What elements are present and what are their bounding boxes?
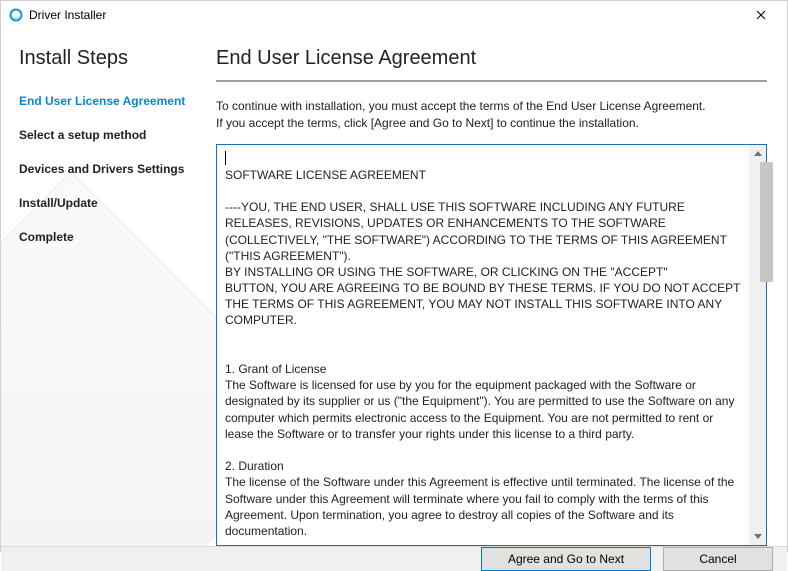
step-eula: End User License Agreement — [19, 94, 216, 108]
step-setup-method: Select a setup method — [19, 128, 216, 142]
cancel-button[interactable]: Cancel — [663, 547, 773, 571]
close-button[interactable] — [741, 1, 781, 29]
instruction-line-1: To continue with installation, you must … — [216, 99, 706, 113]
title-rule — [216, 80, 767, 82]
instruction-text: To continue with installation, you must … — [216, 98, 767, 132]
sidebar-heading: Install Steps — [19, 47, 216, 70]
scroll-down-icon[interactable] — [749, 528, 766, 545]
window-title: Driver Installer — [29, 8, 106, 22]
eula-content: SOFTWARE LICENSE AGREEMENT ----YOU, THE … — [217, 145, 749, 546]
scroll-up-icon[interactable] — [749, 145, 766, 162]
main-panel: End User License Agreement To continue w… — [216, 29, 787, 546]
step-devices-drivers: Devices and Drivers Settings — [19, 162, 216, 176]
scroll-thumb[interactable] — [760, 162, 773, 282]
footer: Agree and Go to Next Cancel — [1, 546, 787, 571]
eula-scrollbar[interactable] — [749, 145, 766, 546]
agree-next-button[interactable]: Agree and Go to Next — [481, 547, 651, 571]
eula-textbox[interactable]: SOFTWARE LICENSE AGREEMENT ----YOU, THE … — [216, 144, 767, 547]
app-icon — [9, 8, 23, 22]
sidebar: Install Steps End User License Agreement… — [1, 29, 216, 546]
step-list: End User License Agreement Select a setu… — [19, 94, 216, 244]
titlebar: Driver Installer — [1, 1, 787, 29]
step-install-update: Install/Update — [19, 196, 216, 210]
page-title: End User License Agreement — [216, 47, 767, 70]
text-caret — [225, 151, 226, 165]
step-complete: Complete — [19, 230, 216, 244]
instruction-line-2: If you accept the terms, click [Agree an… — [216, 116, 639, 130]
